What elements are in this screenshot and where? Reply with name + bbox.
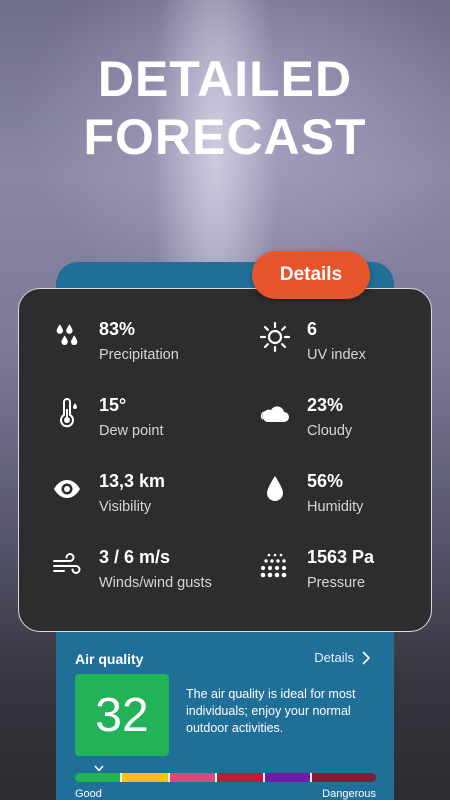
precipitation-label: Precipitation: [99, 347, 179, 363]
air-quality-level-marker: [94, 765, 104, 772]
uv-index-label: UV index: [307, 347, 366, 363]
dew-point-value: 15°: [99, 395, 127, 415]
air-quality-scale-segment: [120, 773, 168, 782]
pressure-value: 1563 Pa: [307, 547, 375, 567]
headline-line-2: FORECAST: [83, 109, 367, 165]
cloudy-value: 23%: [307, 395, 344, 415]
air-quality-scale-bar: [75, 773, 376, 782]
humidity-label: Humidity: [307, 499, 364, 515]
air-quality-scale-segment: [262, 773, 311, 782]
air-quality-card: Air quality Details 32 The air quality i…: [56, 632, 394, 800]
air-quality-scale-high: Dangerous: [322, 788, 376, 800]
eye-icon: [54, 480, 80, 498]
air-quality-index: 32: [75, 674, 169, 756]
sun-icon: [259, 321, 291, 353]
air-quality-scale-low: Good: [75, 788, 102, 800]
chevron-right-icon: [362, 650, 370, 665]
pressure-icon: [260, 553, 287, 578]
cloudy-label: Cloudy: [307, 423, 353, 439]
cloud-icon: [260, 406, 289, 422]
air-quality-scale-segment: [167, 773, 216, 782]
headline: DETAILED FORECAST: [0, 50, 450, 166]
droplet-icon: [267, 476, 283, 501]
precipitation-value: 83%: [99, 319, 136, 339]
headline-line-1: DETAILED: [97, 51, 353, 107]
air-quality-details-link[interactable]: Details: [314, 650, 370, 665]
wind-icon: [53, 553, 81, 574]
weather-details-card: 83% Precipitation 6 UV index 15° Dew poi…: [18, 288, 432, 632]
raindrops-icon: [56, 324, 78, 345]
air-quality-details-label: Details: [314, 650, 354, 665]
air-quality-scale-segment: [75, 773, 121, 782]
uv-index-value: 6: [307, 319, 318, 339]
visibility-label: Visibility: [99, 499, 152, 515]
details-button[interactable]: Details: [252, 251, 370, 299]
dew-point-label: Dew point: [99, 423, 164, 439]
air-quality-description: The air quality is ideal for most indivi…: [186, 687, 356, 735]
visibility-value: 13,3 km: [99, 471, 166, 491]
air-quality-title: Air quality: [75, 651, 144, 667]
air-quality-scale-segment: [215, 773, 263, 782]
wind-label: Winds/wind gusts: [99, 575, 212, 591]
air-quality-scale-segment: [310, 773, 376, 782]
humidity-value: 56%: [307, 471, 344, 491]
wind-value: 3 / 6 m/s: [99, 547, 171, 567]
thermometer-icon: [60, 398, 77, 428]
pressure-label: Pressure: [307, 575, 366, 591]
